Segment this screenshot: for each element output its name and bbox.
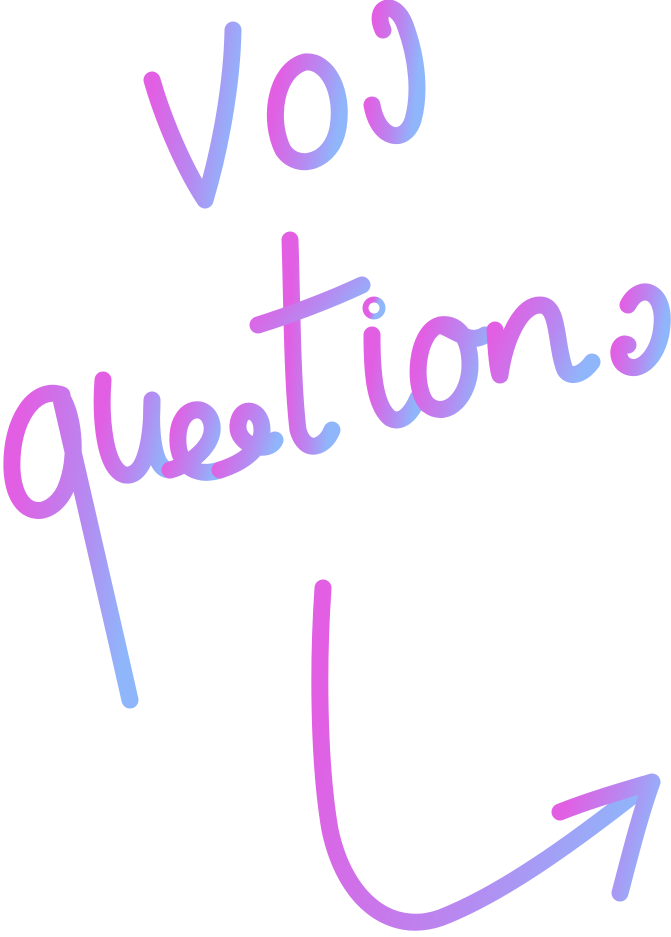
arrow-shaft — [311, 579, 649, 931]
letter-u — [93, 371, 179, 484]
letter-e — [161, 401, 229, 481]
letter-s — [363, 0, 426, 145]
word-questions: questions — [3, 231, 671, 709]
letter-s2 — [211, 402, 284, 479]
letter-o2 — [409, 316, 494, 418]
word-vos: vos — [143, 0, 426, 209]
letter-t — [281, 231, 341, 455]
hand-lettering-artwork: vos questions — [3, 0, 671, 931]
letter-t-bar — [249, 276, 371, 334]
curved-arrow-icon — [311, 579, 661, 931]
letter-i-dot — [362, 296, 386, 320]
letter-v — [143, 21, 242, 209]
letter-o — [266, 53, 348, 171]
letter-n — [486, 296, 601, 384]
letter-s3 — [610, 283, 671, 376]
